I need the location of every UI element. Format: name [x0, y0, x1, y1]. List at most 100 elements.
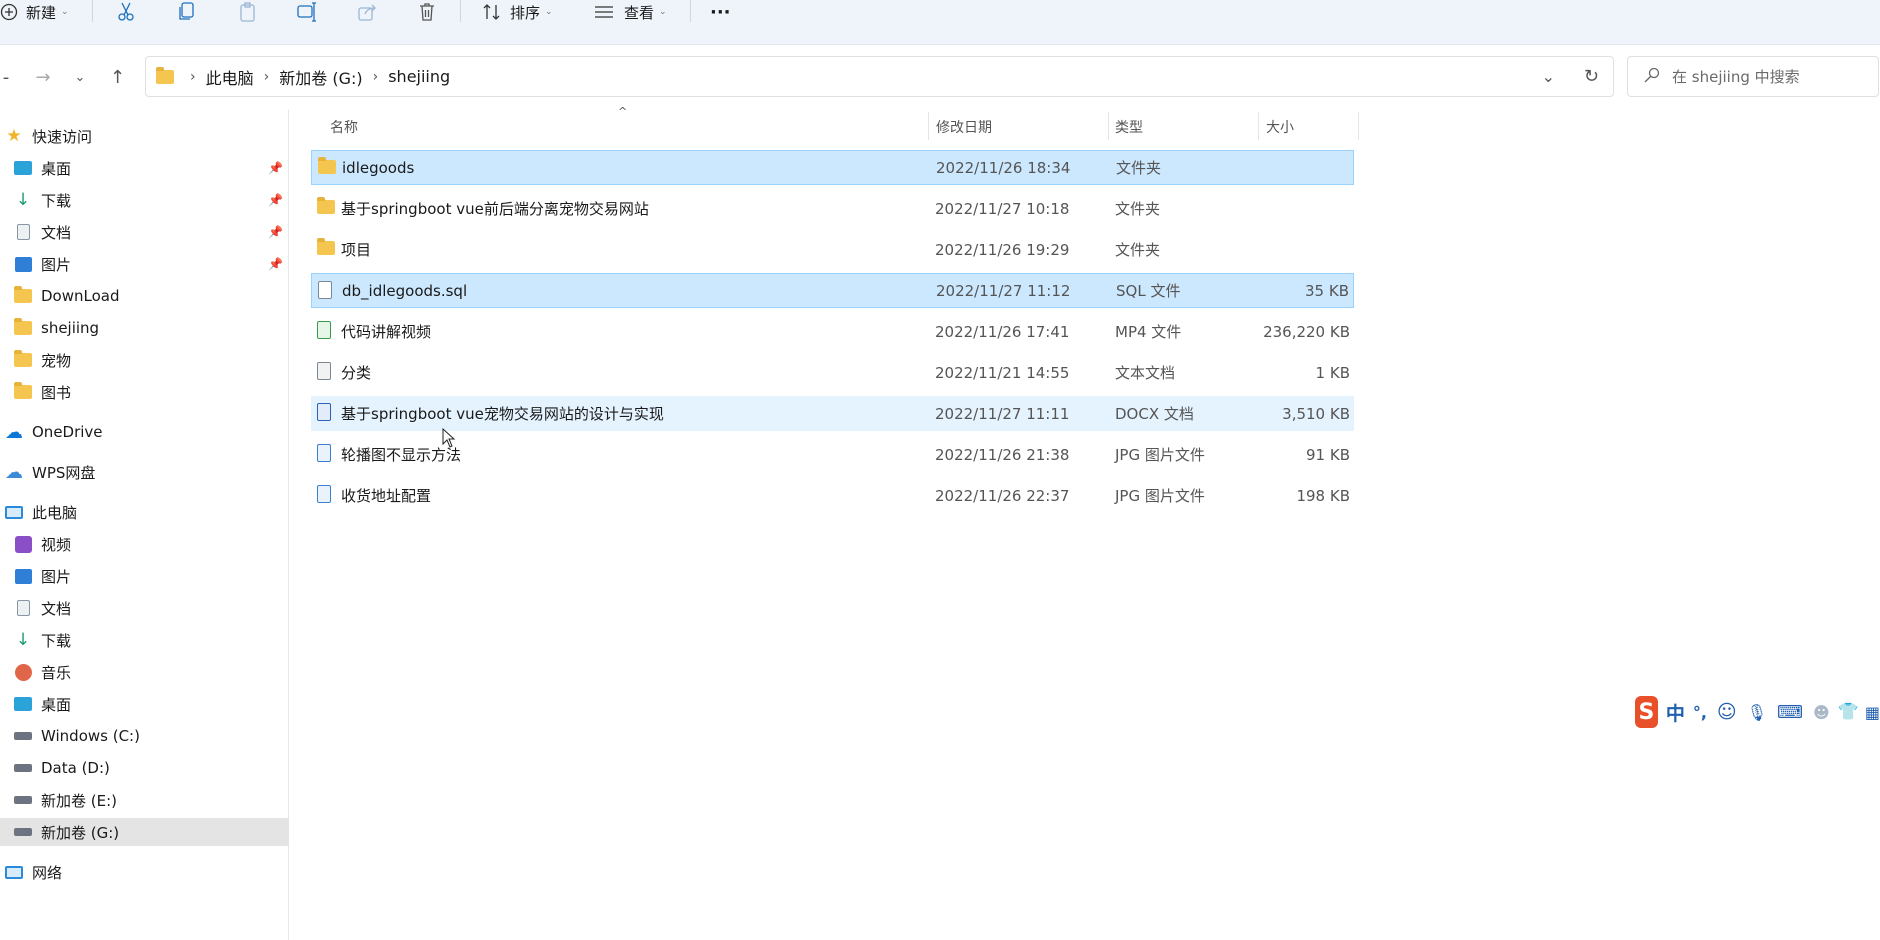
file-type: JPG 图片文件 [1115, 487, 1205, 505]
address-dropdown-icon[interactable]: ⌄ [1542, 67, 1555, 86]
file-type: 文本文档 [1115, 364, 1176, 382]
file-date: 2022/11/27 11:12 [936, 281, 1071, 300]
file-row[interactable]: 基于springboot vue前后端分离宠物交易网站 2022/11/27 1… [311, 191, 1354, 226]
up-arrow-icon: ↑ [109, 66, 126, 88]
skin-icon[interactable]: 👕 [1838, 702, 1859, 722]
sidebar-item-pc-pictures[interactable]: 图片 [13, 562, 302, 590]
column-divider[interactable] [1358, 112, 1359, 140]
column-divider[interactable] [1108, 112, 1109, 140]
plus-circle-icon [0, 3, 18, 21]
sidebar-item-label: 图片 [41, 567, 72, 586]
breadcrumb-this-pc[interactable]: 此电脑 [206, 65, 254, 89]
up-button[interactable]: ↑ [105, 62, 130, 92]
star-icon: ★ [6, 126, 22, 146]
file-type: DOCX 文档 [1115, 405, 1194, 423]
view-button[interactable]: 查看 ⌄ [594, 0, 667, 24]
copy-button[interactable] [177, 0, 197, 24]
file-date: 2022/11/26 22:37 [935, 486, 1070, 505]
file-row[interactable]: db_idlegoods.sql 2022/11/27 11:12 SQL 文件… [311, 273, 1354, 308]
paste-button[interactable] [238, 0, 258, 24]
cut-button[interactable] [116, 0, 136, 24]
sidebar-item-videos[interactable]: 视频 [13, 530, 302, 558]
file-row[interactable]: 收货地址配置 2022/11/26 22:37 JPG 图片文件 198 KB [311, 478, 1354, 513]
sidebar-item-desktop[interactable]: 桌面 📌 [13, 154, 302, 182]
address-bar[interactable]: › 此电脑 › 新加卷 (G:) › shejiing ⌄ ↻ [145, 56, 1614, 97]
user-icon[interactable]: ☻ [1813, 703, 1830, 722]
new-button[interactable]: 新建 ⌄ [0, 0, 69, 24]
sidebar-item-label: 图片 [41, 255, 72, 274]
file-icon [318, 281, 332, 303]
sidebar-item-label: 视频 [41, 535, 72, 554]
sidebar-item-drive-c[interactable]: Windows (C:) [13, 722, 302, 750]
folder-icon [13, 382, 33, 401]
file-name: idlegoods [342, 158, 415, 177]
delete-button[interactable] [417, 0, 437, 24]
file-row[interactable]: 基于springboot vue宠物交易网站的设计与实现 2022/11/27 … [311, 396, 1354, 431]
ime-mode-toggle[interactable]: 中 [1666, 699, 1685, 726]
sidebar-wps[interactable]: ☁ WPS网盘 [4, 458, 293, 486]
sidebar-item-music[interactable]: 音乐 [13, 658, 302, 686]
grid-menu-icon[interactable]: ▦ [1865, 703, 1880, 722]
sidebar-item-pc-documents[interactable]: 文档 [13, 594, 302, 622]
file-type: 文件夹 [1115, 200, 1161, 218]
wps-cloud-icon: ☁ [5, 461, 23, 483]
share-button[interactable] [357, 0, 377, 24]
column-header-type[interactable]: 类型 [1115, 112, 1143, 142]
download-icon: ↓ [15, 630, 31, 650]
column-divider[interactable] [928, 112, 929, 140]
search-box[interactable]: 在 shejiing 中搜索 [1627, 56, 1879, 97]
keyboard-icon[interactable]: ⌨ [1777, 702, 1803, 723]
sidebar-onedrive[interactable]: ☁ OneDrive [4, 418, 293, 446]
sort-button[interactable]: 排序 ⌄ [482, 0, 553, 24]
navigation-pane: ★ 快速访问 桌面 📌 ↓ 下载 📌 文档 📌 图片 📌 DownLoad sh… [0, 110, 289, 940]
sidebar-item-downloads[interactable]: ↓ 下载 📌 [13, 186, 302, 214]
file-row[interactable]: 分类 2022/11/21 14:55 文本文档 1 KB [311, 355, 1354, 390]
file-row[interactable]: 代码讲解视频 2022/11/26 17:41 MP4 文件 236,220 K… [311, 314, 1354, 349]
file-row[interactable]: 轮播图不显示方法 2022/11/26 21:38 JPG 图片文件 91 KB [311, 437, 1354, 472]
sidebar-network[interactable]: 网络 [4, 858, 293, 886]
sidebar-item-drive-d[interactable]: Data (D:) [13, 754, 302, 782]
ime-punctuation-toggle[interactable]: °, [1693, 703, 1707, 722]
sidebar-this-pc[interactable]: 此电脑 [4, 498, 293, 526]
breadcrumb-drive-g[interactable]: 新加卷 (G:) [279, 65, 362, 89]
sidebar-item-pets[interactable]: 宠物 [13, 346, 302, 374]
file-date: 2022/11/27 10:18 [935, 199, 1070, 218]
refresh-icon[interactable]: ↻ [1584, 66, 1599, 87]
file-row[interactable]: idlegoods 2022/11/26 18:34 文件夹 [311, 150, 1354, 185]
sidebar-item-drive-e[interactable]: 新加卷 (E:) [13, 786, 302, 814]
emoji-icon[interactable]: ☺ [1717, 701, 1737, 723]
cloud-icon: ☁ [5, 421, 23, 443]
sidebar-item-label: 文档 [41, 599, 72, 618]
file-name: 项目 [341, 241, 372, 259]
rename-button[interactable] [297, 0, 319, 24]
sidebar-item-label: OneDrive [32, 423, 103, 441]
breadcrumb-shejiing[interactable]: shejiing [388, 67, 450, 86]
sidebar-item-download-folder[interactable]: DownLoad [13, 282, 302, 310]
rename-icon [297, 2, 319, 22]
search-placeholder: 在 shejiing 中搜索 [1672, 68, 1800, 86]
sidebar-item-pictures[interactable]: 图片 📌 [13, 250, 302, 278]
sidebar-quick-access[interactable]: ★ 快速访问 [4, 122, 293, 150]
sogou-logo-icon[interactable]: S [1635, 696, 1658, 728]
more-options-button[interactable]: ··· [710, 0, 731, 24]
column-header-name[interactable]: 名称 [330, 112, 358, 142]
sidebar-item-shejiing[interactable]: shejiing [13, 314, 302, 342]
file-name: 收货地址配置 [341, 487, 432, 505]
column-header-size[interactable]: 大小 [1266, 112, 1294, 142]
microphone-icon[interactable]: 🎙 [1747, 703, 1767, 722]
sidebar-item-documents[interactable]: 文档 📌 [13, 218, 302, 246]
column-header-date[interactable]: 修改日期 [936, 112, 992, 142]
sidebar-item-drive-g[interactable]: 新加卷 (G:) [0, 818, 289, 846]
file-row[interactable]: 项目 2022/11/26 19:29 文件夹 [311, 232, 1354, 267]
recent-locations-button[interactable]: ⌄ [70, 62, 90, 92]
file-name: db_idlegoods.sql [342, 281, 468, 300]
sidebar-item-pc-desktop[interactable]: 桌面 [13, 690, 302, 718]
column-divider[interactable] [1258, 112, 1259, 140]
back-button[interactable]: - [0, 62, 12, 92]
command-bar: 新建 ⌄ 排序 ⌄ 查看 ⌄ ··· [0, 0, 1880, 45]
sidebar-item-books[interactable]: 图书 [13, 378, 302, 406]
music-icon [13, 663, 33, 681]
sidebar-item-pc-downloads[interactable]: ↓ 下载 [13, 626, 302, 654]
forward-button[interactable]: → [32, 62, 54, 92]
file-date: 2022/11/26 21:38 [935, 445, 1070, 464]
